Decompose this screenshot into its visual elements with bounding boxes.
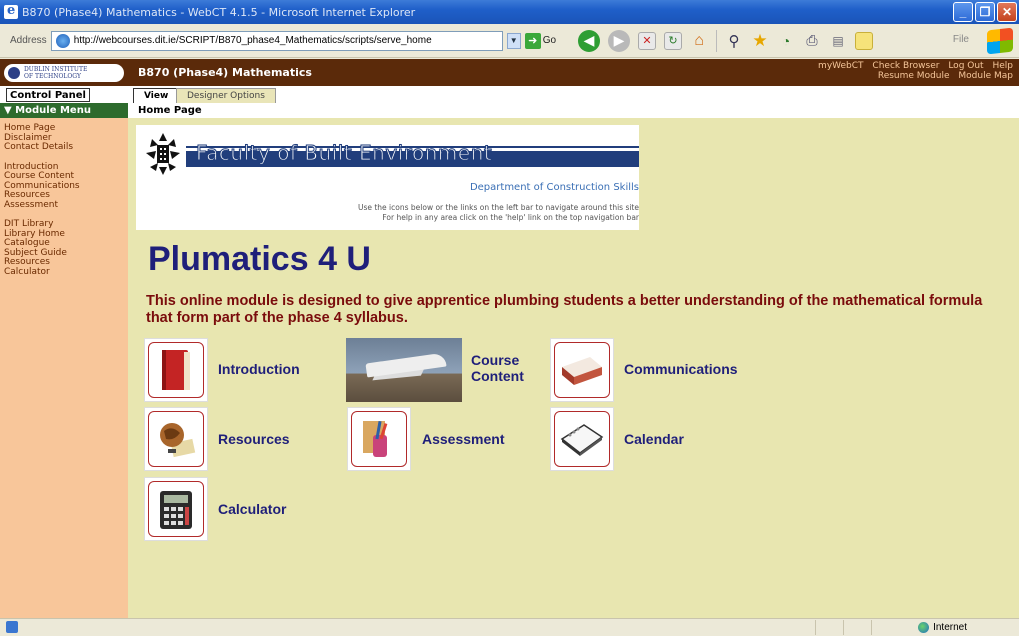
- address-url[interactable]: http://webcourses.dit.ie/SCRIPT/B870_pha…: [74, 35, 432, 46]
- notes-icon[interactable]: [855, 31, 874, 50]
- sidebar-item-calculator[interactable]: Calculator: [4, 267, 128, 278]
- favorites-star-icon[interactable]: ★: [751, 31, 769, 50]
- calculator-icon: [148, 481, 204, 537]
- faculty-banner: Faculty of Built Environment Department …: [136, 125, 639, 230]
- top-nav-links: myWebCT Check Browser Log Out Help Resum…: [812, 61, 1013, 81]
- pencils-icon: [351, 411, 407, 467]
- address-dropdown-icon[interactable]: ▼: [506, 32, 521, 49]
- module-menu-sidebar: Home Page Disclaimer Contact Details Int…: [0, 118, 128, 618]
- go-button[interactable]: ➜ Go: [524, 32, 557, 49]
- faculty-title: Faculty of Built Environment: [195, 141, 493, 166]
- breadcrumb: Home Page: [128, 103, 1019, 118]
- go-arrow-icon: ➜: [524, 32, 541, 49]
- course-content-link[interactable]: Course Content: [471, 352, 524, 384]
- link-log-out[interactable]: Log Out: [948, 61, 983, 71]
- resources-tile[interactable]: [144, 407, 208, 471]
- webct-header: DUBLIN INSTITUTE OF TECHNOLOGY B870 (Pha…: [0, 59, 1019, 86]
- module-description: This online module is designed to give a…: [146, 293, 983, 326]
- address-bar[interactable]: http://webcourses.dit.ie/SCRIPT/B870_pha…: [50, 30, 503, 51]
- stop-icon[interactable]: ✕: [638, 31, 657, 50]
- space-shuttle-image[interactable]: [346, 338, 462, 402]
- link-resume-module[interactable]: Resume Module: [878, 71, 950, 81]
- triangle-down-icon: ▼: [4, 105, 16, 116]
- window-title: B870 (Phase4) Mathematics - WebCT 4.1.5 …: [22, 5, 416, 19]
- introduction-link[interactable]: Introduction: [218, 361, 300, 377]
- calendar-link[interactable]: Calendar: [624, 431, 684, 447]
- print-icon[interactable]: ⎙: [803, 32, 821, 50]
- status-bar: Internet: [0, 618, 1019, 636]
- communications-link[interactable]: Communications: [624, 361, 738, 377]
- help-text-line2: For help in any area click on the 'help'…: [382, 213, 639, 222]
- page-status-icon: [6, 621, 18, 633]
- tab-designer-options[interactable]: Designer Options: [176, 88, 276, 103]
- internet-globe-icon: [918, 622, 930, 633]
- dit-logo-line2: OF TECHNOLOGY: [24, 73, 81, 80]
- refresh-icon[interactable]: ↻: [664, 31, 683, 50]
- calculator-tile[interactable]: [144, 477, 208, 541]
- faculty-logo-icon: [146, 133, 180, 175]
- minimize-button[interactable]: _: [953, 2, 973, 22]
- assessment-link[interactable]: Assessment: [422, 431, 505, 447]
- edit-icon[interactable]: ▤: [829, 32, 847, 50]
- history-icon[interactable]: ◔: [777, 32, 795, 50]
- link-check-browser[interactable]: Check Browser: [872, 61, 939, 71]
- link-mywebct[interactable]: myWebCT: [818, 61, 864, 71]
- maximize-button[interactable]: ❐: [975, 2, 995, 22]
- ie-app-icon: [4, 3, 18, 19]
- inbox-tray-icon: [554, 342, 610, 398]
- security-zone: Internet: [918, 622, 967, 633]
- link-help[interactable]: Help: [992, 61, 1013, 71]
- status-pane: [843, 620, 871, 635]
- status-pane: [871, 620, 899, 635]
- dit-logo[interactable]: DUBLIN INSTITUTE OF TECHNOLOGY: [4, 64, 124, 82]
- toolbar-icons: ◀ ▶ ✕ ↻ ⌂ ⚲ ★ ◔ ⎙ ▤: [578, 29, 874, 52]
- back-icon[interactable]: ◀: [578, 29, 601, 52]
- resources-link[interactable]: Resources: [218, 431, 290, 447]
- browser-toolbar: Address http://webcourses.dit.ie/SCRIPT/…: [0, 24, 1019, 58]
- main-content: Faculty of Built Environment Department …: [128, 118, 1019, 618]
- assessment-tile[interactable]: [347, 407, 411, 471]
- window-title-bar: B870 (Phase4) Mathematics - WebCT 4.1.5 …: [0, 0, 1019, 24]
- tab-view[interactable]: View: [133, 88, 180, 103]
- dit-logo-line1: DUBLIN INSTITUTE: [24, 66, 88, 73]
- globe-icon: [148, 411, 204, 467]
- course-content-line1: Course: [471, 352, 520, 368]
- introduction-tile[interactable]: [144, 338, 208, 402]
- tabs-row: Control Panel View Designer Options: [0, 86, 1019, 103]
- forward-icon[interactable]: ▶: [608, 29, 631, 52]
- home-icon[interactable]: ⌂: [690, 32, 708, 50]
- book-icon: [148, 342, 204, 398]
- search-icon[interactable]: ⚲: [725, 32, 743, 50]
- dit-logo-text: DUBLIN INSTITUTE OF TECHNOLOGY: [24, 66, 87, 80]
- zone-label: Internet: [933, 622, 967, 633]
- toolbar-separator: [716, 29, 718, 52]
- close-button[interactable]: ✕: [997, 2, 1017, 22]
- sidebar-item-assessment[interactable]: Assessment: [4, 200, 128, 211]
- address-label: Address: [10, 35, 47, 46]
- sidebar-item-contact-details[interactable]: Contact Details: [4, 142, 128, 153]
- module-menu-label: Module Menu: [15, 105, 91, 116]
- module-title: B870 (Phase4) Mathematics: [138, 66, 312, 79]
- calendar-icon: [554, 411, 610, 467]
- department-name: Department of Construction Skills: [469, 182, 639, 193]
- control-panel-button[interactable]: Control Panel: [6, 88, 90, 102]
- window-controls: _ ❐ ✕: [953, 2, 1017, 22]
- status-pane: [815, 620, 843, 635]
- course-content-line2: Content: [471, 368, 524, 384]
- go-label: Go: [542, 35, 557, 46]
- communications-tile[interactable]: [550, 338, 614, 402]
- module-menu-heading[interactable]: ▼ Module Menu: [0, 103, 128, 118]
- windows-logo-icon: [987, 27, 1013, 55]
- browser-window: B870 (Phase4) Mathematics - WebCT 4.1.5 …: [0, 0, 1019, 636]
- link-module-map[interactable]: Module Map: [958, 71, 1013, 81]
- page-icon: [55, 33, 70, 48]
- calculator-link[interactable]: Calculator: [218, 501, 286, 517]
- calendar-tile[interactable]: [550, 407, 614, 471]
- dit-seal-icon: [8, 67, 20, 79]
- status-panes: [815, 620, 899, 635]
- help-text-line1: Use the icons below or the links on the …: [357, 203, 639, 212]
- page-title: Plumatics 4 U: [148, 240, 371, 278]
- file-menu-label[interactable]: File: [953, 34, 969, 45]
